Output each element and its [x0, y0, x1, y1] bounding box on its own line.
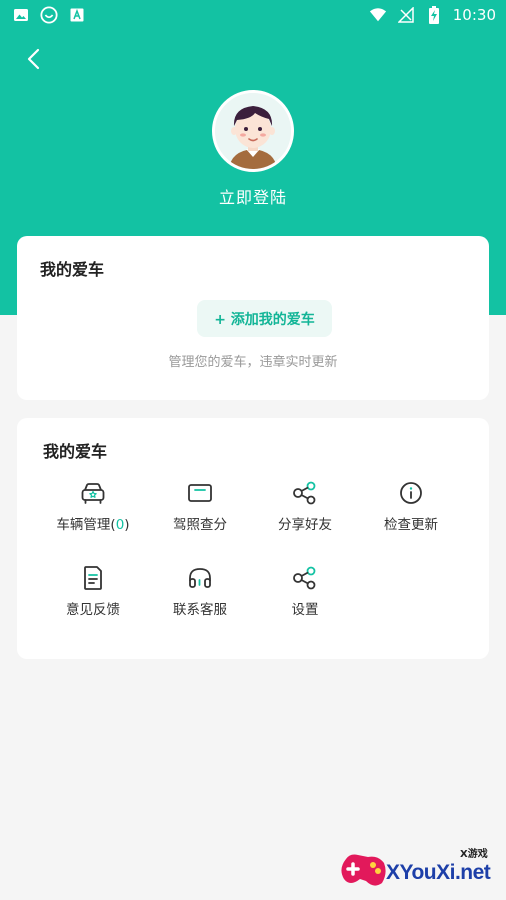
menu-item-label: 检查更新 — [384, 517, 438, 533]
vehicle-count: 0 — [115, 517, 125, 533]
login-link[interactable]: 立即登陆 — [0, 184, 506, 208]
menu-card: 我的爱车 车辆管理(0) 驾照查分 分享好友 检查更新 意见反馈 联系客服 设置 — [17, 418, 489, 659]
menu-item-settings[interactable]: 设置 — [246, 565, 364, 625]
status-bar: 10:30 — [0, 0, 506, 30]
menu-item-label: 联系客服 — [173, 602, 227, 618]
info-icon — [398, 480, 424, 506]
watermark-brand: XYouXi.net — [386, 861, 491, 884]
menu-item-label: 车辆管理(0) — [56, 517, 130, 533]
smiley-icon — [40, 6, 58, 24]
license-card-icon — [187, 480, 213, 506]
avatar[interactable] — [212, 90, 294, 172]
font-icon — [68, 6, 86, 24]
menu-item-license-points[interactable]: 驾照查分 — [141, 480, 259, 540]
share-icon — [292, 480, 318, 506]
my-car-title: 我的爱车 — [40, 260, 105, 279]
headset-icon — [187, 565, 213, 591]
add-car-button[interactable]: + 添加我的爱车 — [197, 300, 332, 337]
settings-share-icon — [292, 565, 318, 591]
image-icon — [12, 6, 30, 24]
chevron-left-icon — [27, 48, 40, 70]
menu-item-check-update[interactable]: 检查更新 — [352, 480, 470, 540]
menu-item-label: 意见反馈 — [66, 602, 120, 618]
menu-card-title: 我的爱车 — [43, 442, 108, 461]
car-icon — [80, 480, 106, 506]
menu-item-label: 设置 — [291, 602, 319, 618]
wifi-icon — [369, 6, 387, 24]
status-left-icons — [12, 6, 86, 24]
watermark-tag: X游戏 — [460, 849, 488, 860]
my-car-card: 我的爱车 + 添加我的爱车 管理您的爱车，违章实时更新 — [17, 236, 489, 400]
status-time: 10:30 — [452, 6, 496, 24]
feedback-document-icon — [80, 565, 106, 591]
menu-item-vehicle-management[interactable]: 车辆管理(0) — [34, 480, 152, 540]
gamepad-logo-icon — [341, 854, 386, 886]
menu-item-label: 分享好友 — [278, 517, 332, 533]
menu-item-label: 驾照查分 — [173, 517, 227, 533]
battery-charging-icon — [425, 6, 443, 24]
menu-item-feedback[interactable]: 意见反馈 — [34, 565, 152, 625]
add-car-button-label: + 添加我的爱车 — [214, 311, 315, 328]
add-car-description: 管理您的爱车，违章实时更新 — [168, 355, 338, 370]
no-signal-icon — [397, 6, 415, 24]
watermark-logo: X游戏 XYouXi.net — [338, 843, 503, 895]
status-right-icons: 10:30 — [369, 6, 496, 24]
back-button[interactable] — [20, 45, 48, 73]
menu-item-share-friends[interactable]: 分享好友 — [246, 480, 364, 540]
menu-item-customer-service[interactable]: 联系客服 — [141, 565, 259, 625]
